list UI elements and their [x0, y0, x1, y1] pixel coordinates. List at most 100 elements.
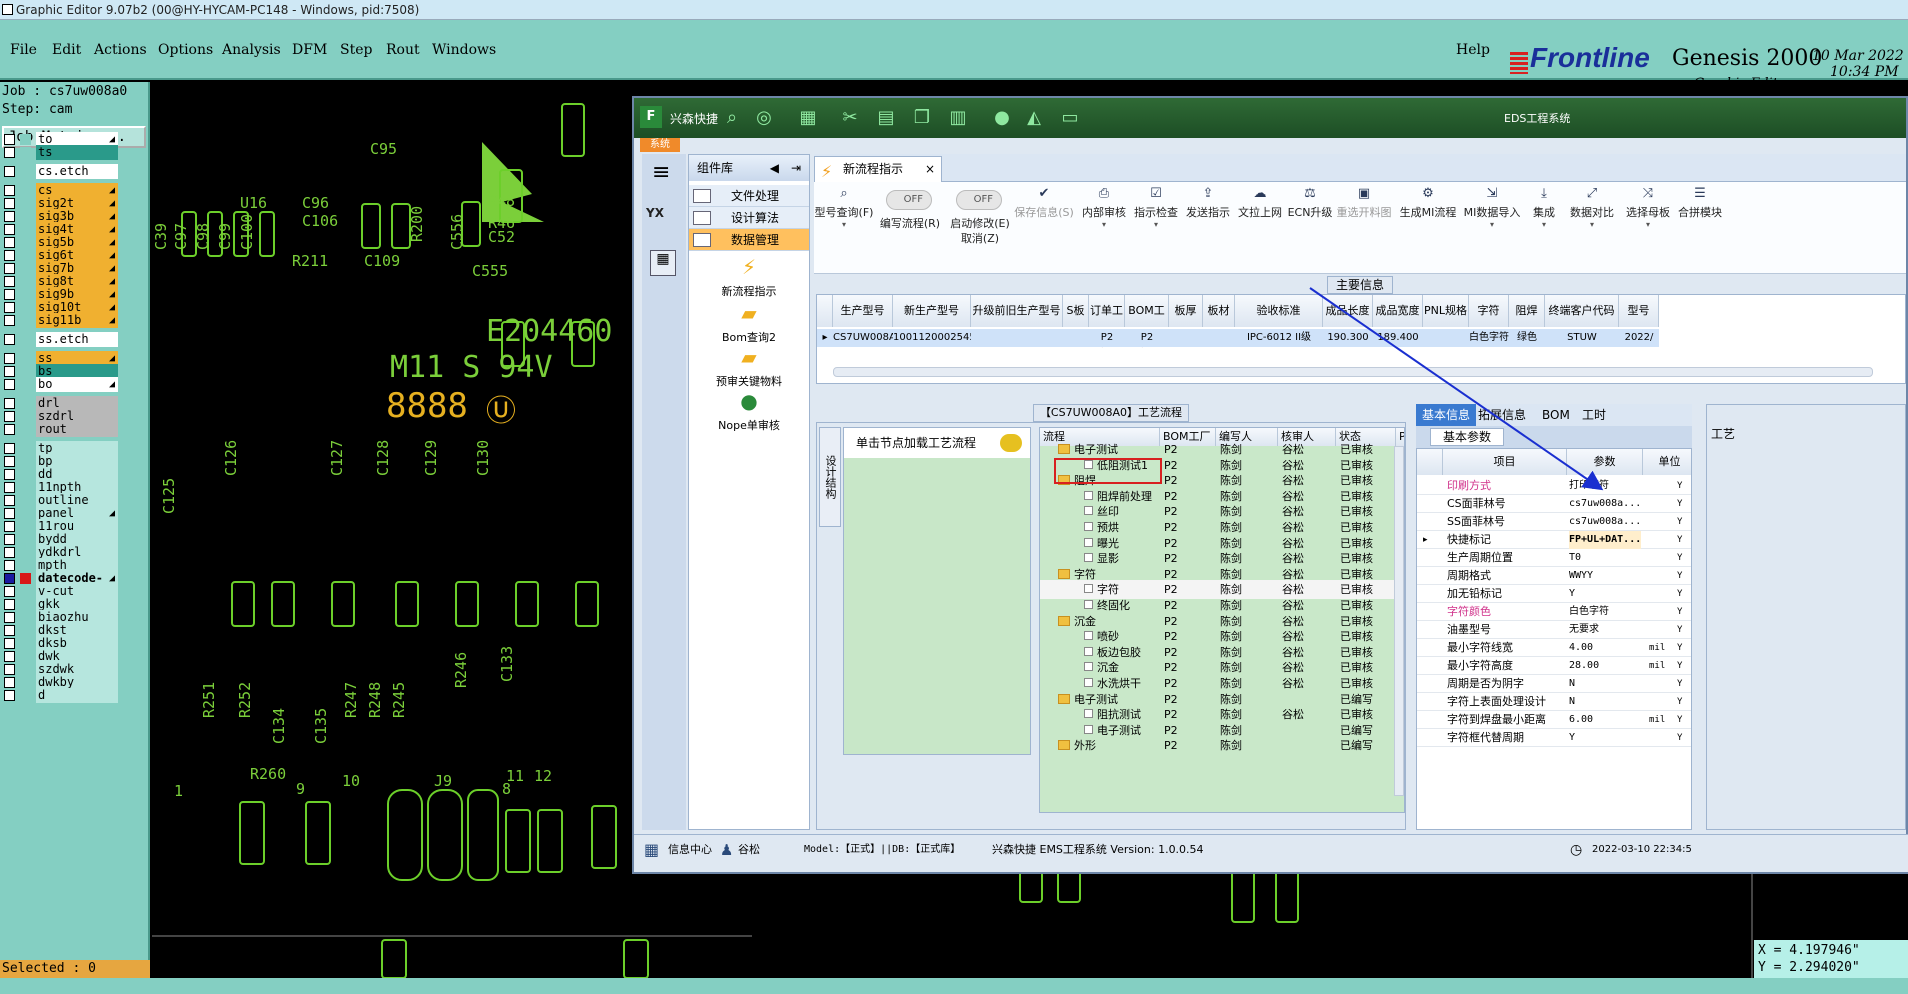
param-value[interactable]: 6.00 [1569, 711, 1593, 729]
scissors-icon[interactable]: ✂ [838, 106, 862, 130]
layer-checkbox[interactable] [4, 534, 15, 545]
param-row[interactable]: 加无铅标记 Y Y [1417, 585, 1691, 603]
param-col-header[interactable]: 项目 [1443, 449, 1567, 475]
layer-checkbox[interactable] [4, 398, 15, 409]
layer-row[interactable]: bo ◢ [2, 377, 118, 392]
tab-new-process[interactable]: ⚡ 新流程指示 × [814, 156, 942, 182]
layer-checkbox[interactable] [4, 198, 15, 209]
layer-checkbox[interactable] [4, 250, 15, 261]
instruction-check-button[interactable]: ☑ 指示检查 ▾ [1126, 186, 1186, 229]
main-cell[interactable]: P2 [1125, 329, 1169, 347]
param-row[interactable]: 生产周期位置 T0 Y [1417, 549, 1691, 567]
tool-precheck-material[interactable]: ▰ 预审关键物料 [689, 345, 809, 389]
param-row[interactable]: CS面菲林号 cs7uw008a... Y [1417, 495, 1691, 513]
main-col-header[interactable]: 成品长度 [1323, 295, 1373, 327]
main-cell[interactable]: CS7UW008A0 [833, 329, 902, 347]
layer-checkbox[interactable] [4, 651, 15, 662]
tree-row[interactable]: 外形 P2 陈剑 已编写 [1040, 736, 1404, 755]
menu-actions[interactable]: Actions [94, 42, 147, 58]
layer-checkbox[interactable] [4, 677, 15, 688]
pin-icon[interactable]: ⇥ [791, 155, 801, 181]
calculator-icon[interactable]: ▦ [650, 250, 676, 276]
layer-checkbox[interactable] [4, 508, 15, 519]
main-col-header[interactable]: 生产型号 [833, 295, 893, 327]
param-grid[interactable]: 项目 参数 单位 印刷方式 打印字符 Y CS面菲林号 cs7uw008a... Y SS面菲林号… [1416, 448, 1692, 830]
param-row[interactable]: 字符颜色 白色字符 Y [1417, 603, 1691, 621]
lifebuoy-icon[interactable]: ◎ [752, 106, 776, 130]
layer-name[interactable]: sig11b ◢ [36, 313, 118, 328]
collapse-left-icon[interactable]: ◀ [770, 155, 779, 181]
param-value[interactable]: 白色字符 [1569, 603, 1609, 621]
right-tab[interactable]: 拓展信息 [1472, 404, 1532, 426]
main-col-header[interactable]: 板厚 [1169, 295, 1203, 327]
layer-row[interactable]: rout [2, 422, 118, 437]
param-row[interactable]: SS面菲林号 cs7uw008a... Y [1417, 513, 1691, 531]
design-structure-tab[interactable]: 设计结构 [819, 427, 841, 527]
layer-row[interactable]: cs.etch [2, 164, 118, 179]
close-icon[interactable]: × [925, 157, 935, 181]
layer-checkbox[interactable] [4, 586, 15, 597]
menu-edit[interactable]: Edit [52, 42, 81, 58]
layer-checkbox[interactable] [4, 482, 15, 493]
layer-checkbox[interactable] [4, 573, 15, 584]
main-cell[interactable]: IPC-6012 II级 [1235, 329, 1323, 347]
layer-checkbox[interactable] [4, 315, 15, 326]
layer-checkbox[interactable] [4, 443, 15, 454]
table-icon[interactable]: ▦ [796, 106, 820, 130]
layer-checkbox[interactable] [4, 469, 15, 480]
load-process-box[interactable]: 单击节点加载工艺流程 [843, 427, 1031, 755]
param-col-header[interactable]: 参数 [1567, 449, 1643, 475]
layer-row[interactable]: ss.etch [2, 332, 118, 347]
process-side-tab[interactable]: 工艺 [1711, 425, 1735, 442]
param-value[interactable]: N [1569, 675, 1575, 693]
merge-module-button[interactable]: ☰ 合拼模块 [1670, 186, 1730, 220]
param-row[interactable]: 最小字符线宽 4.00 mil Y [1417, 639, 1691, 657]
layer-checkbox[interactable] [4, 521, 15, 532]
select-motherboard-button[interactable]: ⤨ 选择母板 ▾ [1618, 186, 1678, 229]
right-tab[interactable]: BOM [1536, 404, 1576, 426]
layer-arrow-icon[interactable]: ◢ [109, 377, 115, 392]
system-menu-tab[interactable]: 系统 [640, 138, 680, 152]
hamburger-icon[interactable]: ≡ [652, 160, 670, 185]
data-compare-button[interactable]: ⤢ 数据对比 ▾ [1562, 186, 1622, 229]
param-value[interactable]: FP+UL+DAT... [1569, 531, 1642, 549]
layer-checkbox[interactable] [4, 224, 15, 235]
layer-checkbox[interactable] [4, 599, 15, 610]
main-col-header[interactable]: 阻焊 [1509, 295, 1545, 327]
layer-checkbox[interactable] [4, 353, 15, 364]
send-instruction-button[interactable]: ⇪ 发送指示 [1178, 186, 1238, 220]
main-cell[interactable] [1203, 329, 1235, 347]
layer-checkbox[interactable] [4, 612, 15, 623]
layer-row[interactable]: sig11b ◢ [2, 313, 118, 328]
param-value[interactable]: 28.00 [1569, 657, 1599, 675]
layer-name[interactable]: ts [36, 145, 118, 160]
layer-checkbox[interactable] [4, 366, 15, 377]
param-row[interactable]: 字符上表面处理设计 N Y [1417, 693, 1691, 711]
main-col-header[interactable]: 验收标准 [1235, 295, 1323, 327]
param-row[interactable]: 最小字符高度 28.00 mil Y [1417, 657, 1691, 675]
layer-checkbox[interactable] [4, 302, 15, 313]
main-cell[interactable] [1063, 329, 1089, 347]
param-row[interactable]: 字符框代替周期 Y Y [1417, 729, 1691, 747]
layer-row[interactable]: ts [2, 145, 118, 160]
search-icon[interactable]: ⌕ [720, 106, 744, 130]
menu-file[interactable]: File [10, 42, 37, 58]
layer-checkbox[interactable] [4, 411, 15, 422]
tool-bom-query[interactable]: ▰ Bom查询2 [689, 301, 809, 345]
main-col-header[interactable]: S板 [1063, 295, 1089, 327]
model-query-button[interactable]: ⌕ 型号查询(F) ▾ [814, 186, 874, 229]
param-value[interactable]: 4.00 [1569, 639, 1593, 657]
tool-new-process[interactable]: ⚡ 新流程指示 [689, 255, 809, 299]
layer-checkbox[interactable] [4, 334, 15, 345]
layer-checkbox[interactable] [4, 134, 15, 145]
main-col-header[interactable]: PNL规格 [1423, 295, 1469, 327]
layer-checkbox[interactable] [4, 263, 15, 274]
layer-name[interactable]: rout [36, 422, 118, 437]
reselect-cut-button[interactable]: ▣ 重选开料图 [1334, 186, 1394, 220]
layer-checkbox[interactable] [4, 185, 15, 196]
main-cell[interactable]: 白色字符 [1469, 329, 1509, 347]
generate-mi-button[interactable]: ⚙ 生成MI流程 [1398, 186, 1458, 220]
tree-node-name[interactable]: 外形 [1058, 736, 1096, 755]
internal-review-button[interactable]: ⎙ 内部审核 ▾ [1074, 186, 1134, 229]
param-value[interactable]: Y [1569, 729, 1575, 747]
